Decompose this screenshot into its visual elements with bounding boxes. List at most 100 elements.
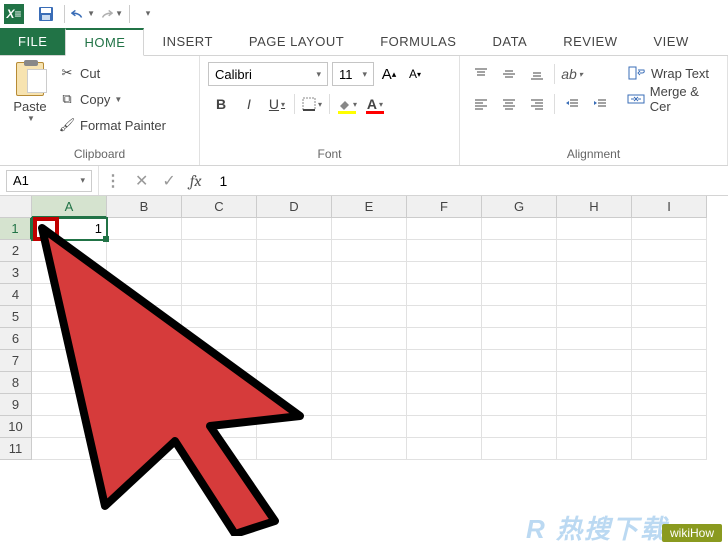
cell[interactable] (632, 416, 707, 438)
cell[interactable] (257, 438, 332, 460)
align-top-button[interactable] (468, 62, 494, 86)
col-header-a[interactable]: A (32, 196, 107, 218)
cell[interactable] (332, 328, 407, 350)
redo-button[interactable]: ▼ (99, 2, 123, 26)
cell[interactable] (632, 328, 707, 350)
cell[interactable] (32, 350, 107, 372)
row-header[interactable]: 9 (0, 394, 32, 416)
cell[interactable] (332, 240, 407, 262)
cell[interactable] (257, 416, 332, 438)
row-header[interactable]: 5 (0, 306, 32, 328)
cell[interactable] (107, 416, 182, 438)
cell[interactable] (407, 262, 482, 284)
row-header[interactable]: 3 (0, 262, 32, 284)
cell[interactable] (632, 218, 707, 240)
increase-font-button[interactable]: A▴ (378, 63, 400, 85)
cell[interactable] (632, 394, 707, 416)
row-header[interactable]: 1 (0, 218, 32, 240)
cell[interactable] (182, 306, 257, 328)
cell[interactable] (557, 218, 632, 240)
cell[interactable] (32, 416, 107, 438)
cell[interactable] (332, 262, 407, 284)
cell[interactable]: 1 (32, 218, 107, 240)
cell[interactable] (407, 372, 482, 394)
cell[interactable] (482, 284, 557, 306)
cell[interactable] (182, 218, 257, 240)
cell[interactable] (632, 372, 707, 394)
font-name-combo[interactable]: Calibri ▾ (208, 62, 328, 86)
tab-home[interactable]: HOME (65, 28, 144, 56)
borders-button[interactable]: ▾ (299, 92, 325, 116)
cell[interactable] (482, 372, 557, 394)
cell[interactable] (482, 438, 557, 460)
paste-button[interactable]: Paste ▼ (8, 60, 52, 123)
cell[interactable] (482, 240, 557, 262)
cell[interactable] (182, 284, 257, 306)
font-color-button[interactable]: A ▾ (362, 92, 388, 116)
row-header[interactable]: 6 (0, 328, 32, 350)
cancel-icon[interactable]: ✕ (135, 171, 148, 191)
cell[interactable] (257, 328, 332, 350)
align-center-button[interactable] (496, 92, 522, 116)
cell[interactable] (107, 306, 182, 328)
underline-button[interactable]: U▾ (264, 92, 290, 116)
cell[interactable] (32, 240, 107, 262)
cell[interactable] (32, 328, 107, 350)
row-header[interactable]: 10 (0, 416, 32, 438)
col-header-i[interactable]: I (632, 196, 707, 218)
cell[interactable] (407, 416, 482, 438)
name-box[interactable]: A1 ▾ (6, 170, 92, 192)
cell[interactable] (407, 328, 482, 350)
customize-qat-button[interactable]: ▾ (136, 2, 160, 26)
cell[interactable] (107, 262, 182, 284)
tab-page-layout[interactable]: PAGE LAYOUT (231, 28, 362, 55)
bold-button[interactable]: B (208, 92, 234, 116)
cell[interactable] (32, 394, 107, 416)
decrease-font-button[interactable]: A▾ (404, 63, 426, 85)
tab-insert[interactable]: INSERT (144, 28, 230, 55)
col-header-e[interactable]: E (332, 196, 407, 218)
col-header-c[interactable]: C (182, 196, 257, 218)
cell[interactable] (257, 284, 332, 306)
cell[interactable] (632, 240, 707, 262)
cell[interactable] (107, 372, 182, 394)
col-header-h[interactable]: H (557, 196, 632, 218)
orientation-button[interactable]: ab▾ (559, 62, 585, 86)
decrease-indent-button[interactable] (559, 92, 585, 116)
cell[interactable] (182, 416, 257, 438)
cell[interactable] (182, 240, 257, 262)
cell[interactable] (257, 240, 332, 262)
row-header[interactable]: 11 (0, 438, 32, 460)
cell[interactable] (257, 262, 332, 284)
cell[interactable] (332, 350, 407, 372)
cell[interactable] (557, 306, 632, 328)
undo-button[interactable]: ▼ (71, 2, 95, 26)
cell[interactable] (257, 306, 332, 328)
cell[interactable] (482, 328, 557, 350)
cell[interactable] (182, 350, 257, 372)
cell[interactable] (182, 438, 257, 460)
fx-icon[interactable]: fx (190, 172, 202, 190)
font-size-combo[interactable]: 11 ▾ (332, 62, 374, 86)
cell[interactable] (557, 438, 632, 460)
cell[interactable] (407, 350, 482, 372)
col-header-b[interactable]: B (107, 196, 182, 218)
cell[interactable] (482, 416, 557, 438)
col-header-d[interactable]: D (257, 196, 332, 218)
cell[interactable] (407, 306, 482, 328)
cell[interactable] (482, 218, 557, 240)
cut-button[interactable]: ✂ Cut (58, 62, 166, 84)
tab-view[interactable]: VIEW (636, 28, 707, 55)
cell[interactable] (557, 284, 632, 306)
cell[interactable] (332, 416, 407, 438)
cell[interactable] (32, 438, 107, 460)
cell[interactable] (257, 394, 332, 416)
cell[interactable] (482, 306, 557, 328)
tab-file[interactable]: FILE (0, 28, 65, 55)
cell[interactable] (482, 350, 557, 372)
fill-color-button[interactable]: ▾ (334, 92, 360, 116)
cell[interactable] (557, 372, 632, 394)
col-header-f[interactable]: F (407, 196, 482, 218)
cell[interactable] (482, 394, 557, 416)
cell[interactable] (107, 284, 182, 306)
